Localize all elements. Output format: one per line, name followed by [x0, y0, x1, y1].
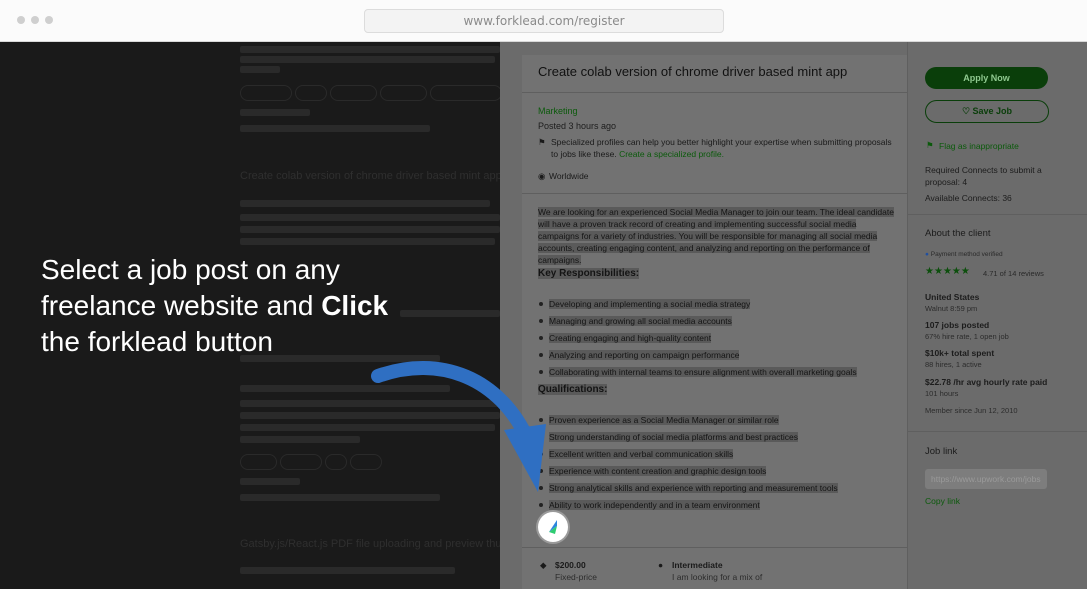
job-description: We are looking for an experienced Social…: [538, 207, 894, 265]
copy-link[interactable]: Copy link: [925, 496, 960, 506]
experience-level: Intermediate: [672, 560, 723, 570]
list-item: Experience with content creation and gra…: [549, 466, 767, 476]
price-tag-icon: ◆: [540, 560, 547, 570]
client-country: United States: [925, 292, 980, 302]
avg-hourly-rate: $22.78 /hr avg hourly rate paid: [925, 377, 1048, 387]
star-icon: ★: [925, 266, 934, 277]
list-item: Strong analytical skills and experience …: [549, 483, 838, 493]
job-price: $200.00: [555, 560, 586, 570]
list-item: Developing and implementing a social med…: [549, 299, 751, 309]
total-spent: $10k+ total spent: [925, 348, 995, 358]
address-bar[interactable]: www.forklead.com/register: [364, 9, 724, 33]
window-dot-icon: [45, 16, 53, 24]
star-icon: ★: [933, 266, 943, 277]
job-link-field[interactable]: https://www.upwork.com/jobs: [925, 469, 1047, 489]
member-since: Member since Jun 12, 2010: [925, 406, 1018, 415]
job-title: Create colab version of chrome driver ba…: [538, 64, 848, 79]
job-location: Worldwide: [549, 171, 589, 181]
specialized-profile-note: Specialized profiles can help you better…: [551, 137, 892, 159]
about-client-heading: About the client: [925, 228, 991, 239]
create-specialized-profile-link[interactable]: Create a specialized profile.: [619, 149, 724, 159]
list-item: Excellent written and verbal communicati…: [549, 449, 734, 459]
megaphone-icon: ⚑: [538, 137, 546, 147]
list-item: Ability to work independently and in a t…: [549, 500, 760, 510]
jobs-posted: 107 jobs posted: [925, 320, 990, 330]
hire-rate: 67% hire rate, 1 open job: [925, 332, 1009, 341]
rating-text: 4.71 of 14 reviews: [983, 269, 1044, 278]
forklead-button[interactable]: [538, 512, 568, 542]
apply-now-button[interactable]: Apply Now: [925, 67, 1048, 89]
bg-job-title: Create colab version of chrome driver ba…: [240, 170, 502, 182]
globe-icon: ◉: [538, 171, 546, 181]
save-job-button[interactable]: ♡ Save Job: [925, 100, 1049, 123]
promo-headline: Select a job post on any freelance websi…: [41, 254, 389, 357]
experience-desc: I am looking for a mix of: [672, 572, 763, 582]
price-type: Fixed-price: [555, 572, 598, 582]
rating-stars: ★★★★★: [925, 266, 970, 277]
bg-job-title-2: Gatsby.js/React.js PDF file uploading an…: [240, 538, 505, 550]
window-dot-icon: [31, 16, 39, 24]
connects-required: Required Connects to submit a proposal: …: [925, 165, 1042, 187]
star-icon: ★: [951, 266, 961, 277]
connects-available: Available Connects: 36: [925, 193, 1012, 203]
job-category[interactable]: Marketing: [538, 106, 578, 116]
posted-time: Posted 3 hours ago: [538, 121, 617, 131]
browser-chrome: www.forklead.com/register: [0, 0, 1087, 42]
payment-verified: ● Payment method verified: [925, 251, 1003, 258]
client-city-time: Walnut 8:59 pm: [925, 304, 978, 313]
experience-icon: ●: [658, 560, 664, 570]
list-item: Analyzing and reporting on campaign perf…: [549, 350, 740, 360]
star-icon: ★: [960, 266, 970, 277]
list-item: Creating engaging and high-quality conte…: [549, 333, 712, 343]
list-item: Proven experience as a Social Media Mana…: [549, 415, 779, 425]
flag-icon: ⚑: [926, 140, 934, 150]
list-item: Collaborating with internal teams to ens…: [549, 367, 857, 377]
list-item: Strong understanding of social media pla…: [549, 432, 798, 442]
star-icon: ★: [942, 266, 952, 277]
curved-arrow-icon: [371, 361, 546, 492]
flag-inappropriate-link[interactable]: Flag as inappropriate: [939, 141, 1019, 151]
window-dot-icon: [17, 16, 25, 24]
responsibilities-heading: Key Responsibilities:: [538, 268, 640, 279]
list-item: Managing and growing all social media ac…: [549, 316, 732, 326]
hours: 101 hours: [925, 389, 959, 398]
job-link-heading: Job link: [925, 446, 958, 457]
hires: 88 hires, 1 active: [925, 360, 982, 369]
forklead-logo-icon: [549, 520, 557, 534]
heart-icon: ♡: [961, 106, 973, 116]
